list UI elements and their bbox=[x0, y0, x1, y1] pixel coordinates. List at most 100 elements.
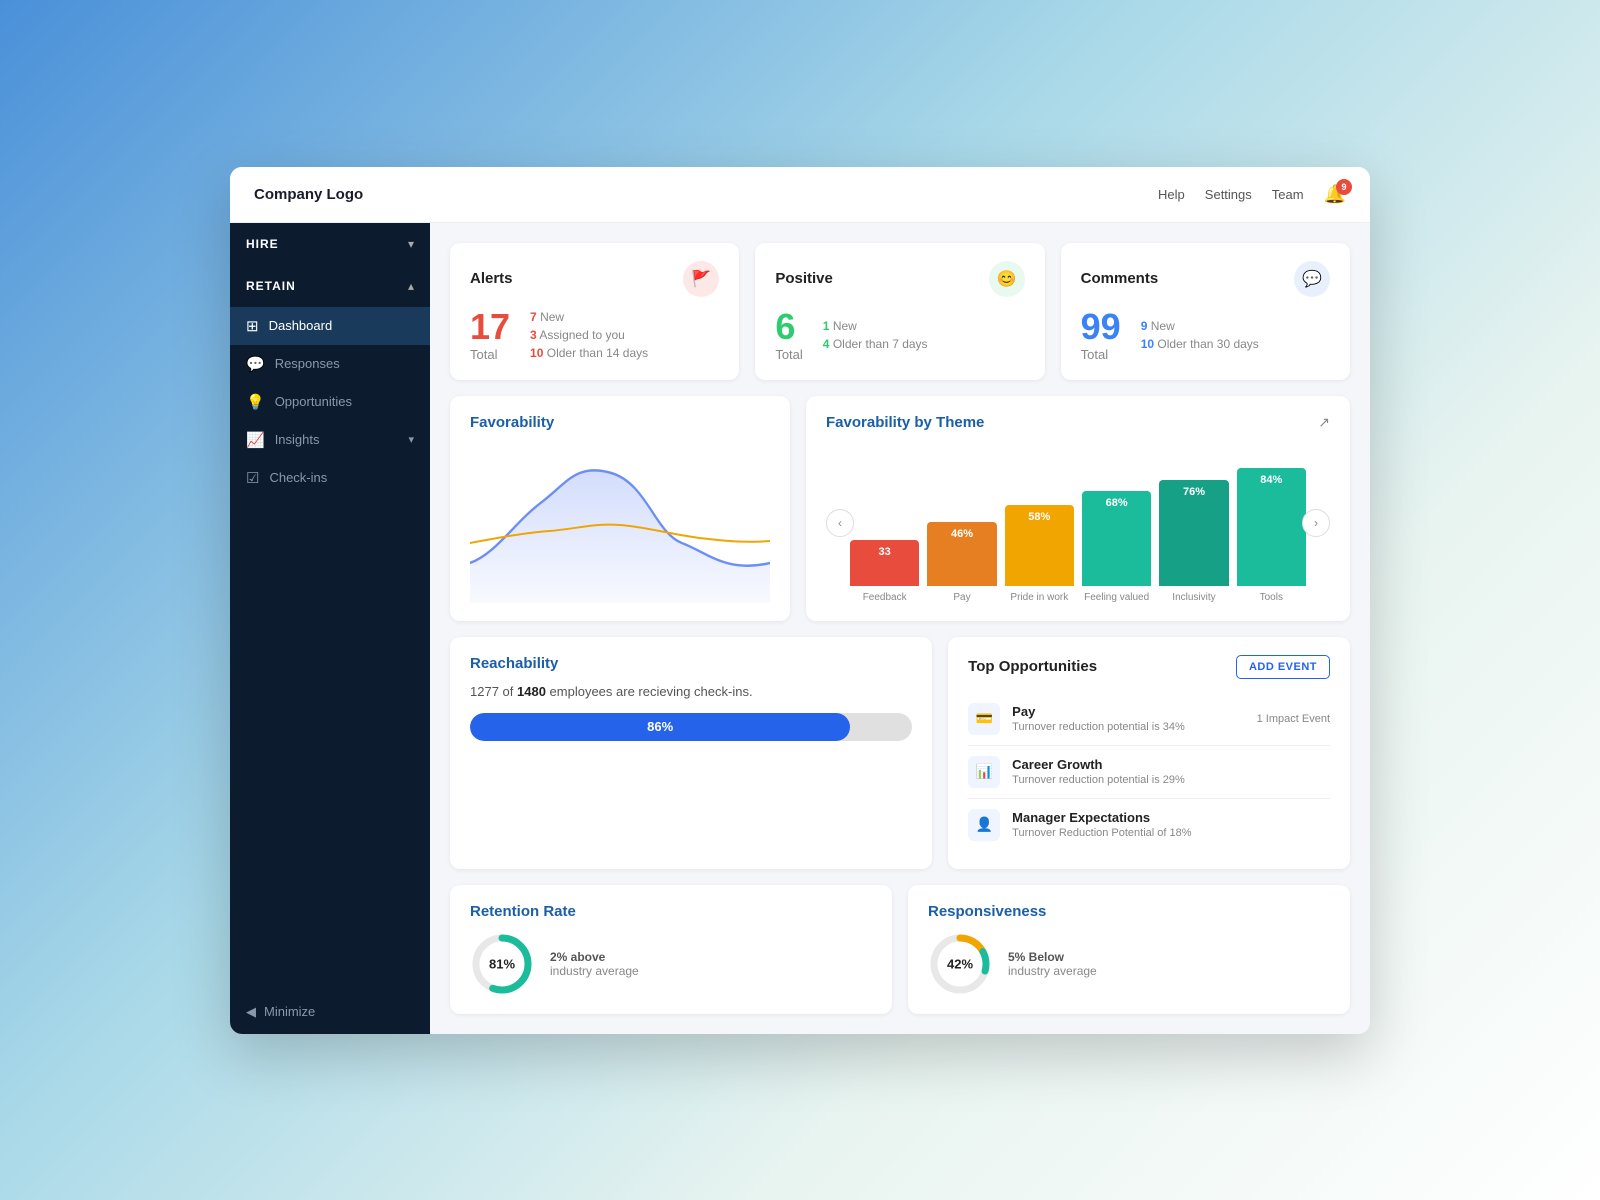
add-event-button[interactable]: ADD EVENT bbox=[1236, 655, 1330, 679]
retain-label: RETAIN bbox=[246, 279, 296, 293]
team-link[interactable]: Team bbox=[1272, 187, 1304, 202]
main-content: Alerts 🚩 17 Total 7 New 3 Assigned to yo… bbox=[430, 223, 1370, 1034]
alerts-icon-circle: 🚩 bbox=[683, 261, 719, 297]
charts-row: Favorability bbox=[450, 396, 1350, 621]
bars-wrapper: ‹ 33 Feedback 46% Pay 58% Pride in work … bbox=[826, 443, 1330, 603]
help-link[interactable]: Help bbox=[1158, 187, 1185, 202]
bar-category-label: Inclusivity bbox=[1172, 592, 1215, 603]
comments-stat2: 10 Older than 30 days bbox=[1141, 337, 1259, 351]
opportunity-item: 💳 Pay Turnover reduction potential is 34… bbox=[968, 693, 1330, 746]
minimize-button[interactable]: ◀ Minimize bbox=[230, 990, 430, 1034]
comments-total-num: 99 bbox=[1081, 309, 1121, 345]
retention-donut: 81% bbox=[470, 932, 534, 996]
opp-icon: 📊 bbox=[968, 756, 1000, 788]
bar: 84% bbox=[1237, 468, 1306, 586]
sidebar-item-opportunities[interactable]: 💡 Opportunities bbox=[230, 383, 430, 421]
bar: 58% bbox=[1005, 505, 1074, 586]
alerts-total-num: 17 bbox=[470, 309, 510, 345]
retention-title: Retention Rate bbox=[470, 903, 872, 920]
opportunities-list: 💳 Pay Turnover reduction potential is 34… bbox=[968, 693, 1330, 851]
progress-bar-fill: 86% bbox=[470, 713, 850, 741]
responsiveness-info: 5% Below industry average bbox=[1008, 950, 1097, 978]
alerts-total-group: 17 Total bbox=[470, 309, 510, 362]
alerts-stat3: 10 Older than 14 days bbox=[530, 346, 648, 360]
sidebar-item-responses[interactable]: 💬 Responses bbox=[230, 345, 430, 383]
reachability-desc: 1277 of 1480 employees are recieving che… bbox=[470, 684, 912, 699]
minimize-label: Minimize bbox=[264, 1004, 315, 1019]
notification-badge: 9 bbox=[1336, 179, 1352, 195]
comments-card: Comments 💬 99 Total 9 New 10 Older than … bbox=[1061, 243, 1350, 380]
dashboard-icon: ⊞ bbox=[246, 317, 259, 335]
positive-stats: 1 New 4 Older than 7 days bbox=[823, 319, 928, 351]
comments-stat2-num: 10 bbox=[1141, 337, 1154, 351]
bars-nav-right[interactable]: › bbox=[1302, 509, 1330, 537]
positive-title: Positive bbox=[775, 270, 833, 287]
sidebar-section-hire[interactable]: HIRE ▾ bbox=[230, 223, 430, 265]
sidebar-item-dashboard[interactable]: ⊞ Dashboard bbox=[230, 307, 430, 345]
bar-value-label: 33 bbox=[879, 546, 891, 558]
reachability-card: Reachability 1277 of 1480 employees are … bbox=[450, 637, 932, 869]
bars-nav-left[interactable]: ‹ bbox=[826, 509, 854, 537]
reach-bold: 1480 bbox=[517, 684, 546, 699]
alerts-card-header: Alerts 🚩 bbox=[470, 261, 719, 297]
bar-category-label: Feeling valued bbox=[1084, 592, 1149, 603]
alerts-card: Alerts 🚩 17 Total 7 New 3 Assigned to yo… bbox=[450, 243, 739, 380]
responsiveness-pct: 42% bbox=[947, 956, 973, 971]
positive-card: Positive 😊 6 Total 1 New 4 Older than 7 … bbox=[755, 243, 1044, 380]
row3: Reachability 1277 of 1480 employees are … bbox=[450, 637, 1350, 869]
alerts-stat1-num: 7 bbox=[530, 310, 537, 324]
opp-name: Career Growth bbox=[1012, 757, 1330, 772]
opp-sub: Turnover Reduction Potential of 18% bbox=[1012, 827, 1330, 839]
bar: 76% bbox=[1159, 480, 1228, 586]
retention-card: Retention Rate 81% 2% above industry ave… bbox=[450, 885, 892, 1014]
bar-value-label: 68% bbox=[1106, 497, 1128, 509]
app-window: Company Logo Help Settings Team 🔔 9 HIRE… bbox=[230, 167, 1370, 1034]
sidebar-section-retain[interactable]: RETAIN ▴ bbox=[230, 265, 430, 307]
comments-stat1: 9 New bbox=[1141, 319, 1259, 333]
opportunity-item: 👤 Manager Expectations Turnover Reductio… bbox=[968, 799, 1330, 851]
top-nav: Company Logo Help Settings Team 🔔 9 bbox=[230, 167, 1370, 223]
bar-group: 46% Pay bbox=[927, 522, 996, 603]
progress-bar-bg: 86% bbox=[470, 713, 912, 741]
bar-value-label: 84% bbox=[1260, 474, 1282, 486]
retention-avg: industry average bbox=[550, 964, 639, 978]
comments-card-header: Comments 💬 bbox=[1081, 261, 1330, 297]
sidebar-item-checkins[interactable]: ☑ Check-ins bbox=[230, 459, 430, 497]
positive-total-num: 6 bbox=[775, 309, 802, 345]
opp-name: Manager Expectations bbox=[1012, 810, 1330, 825]
opp-sub: Turnover reduction potential is 29% bbox=[1012, 774, 1330, 786]
responses-icon: 💬 bbox=[246, 355, 265, 373]
positive-stat1-num: 1 bbox=[823, 319, 830, 333]
bars-container: 33 Feedback 46% Pay 58% Pride in work 68… bbox=[826, 443, 1330, 603]
comment-icon: 💬 bbox=[1302, 269, 1322, 289]
positive-total-group: 6 Total bbox=[775, 309, 802, 362]
progress-label: 86% bbox=[647, 719, 673, 734]
sidebar-item-insights[interactable]: 📈 Insights ▾ bbox=[230, 421, 430, 459]
responsiveness-title: Responsiveness bbox=[928, 903, 1330, 920]
positive-stat2-num: 4 bbox=[823, 337, 830, 351]
comments-total-label: Total bbox=[1081, 347, 1121, 362]
retention-info: 2% above industry average bbox=[550, 950, 639, 978]
by-theme-card: Favorability by Theme ↗ ‹ 33 Feedback 46… bbox=[806, 396, 1350, 621]
responsiveness-avg: industry average bbox=[1008, 964, 1097, 978]
settings-link[interactable]: Settings bbox=[1205, 187, 1252, 202]
insights-arrow-icon: ▾ bbox=[408, 433, 414, 446]
responsiveness-donut: 42% bbox=[928, 932, 992, 996]
external-link-icon[interactable]: ↗ bbox=[1318, 414, 1330, 431]
minimize-arrow-icon: ◀ bbox=[246, 1004, 256, 1020]
top-opp-header: Top Opportunities ADD EVENT bbox=[968, 655, 1330, 679]
opp-icon: 👤 bbox=[968, 809, 1000, 841]
bar: 68% bbox=[1082, 491, 1151, 586]
favorability-chart bbox=[470, 443, 770, 603]
notifications-bell[interactable]: 🔔 9 bbox=[1324, 184, 1346, 205]
comments-card-body: 99 Total 9 New 10 Older than 30 days bbox=[1081, 309, 1330, 362]
opp-sub: Turnover reduction potential is 34% bbox=[1012, 721, 1256, 733]
alerts-stats: 7 New 3 Assigned to you 10 Older than 14… bbox=[530, 310, 648, 360]
favorability-card: Favorability bbox=[450, 396, 790, 621]
smile-icon: 😊 bbox=[997, 269, 1017, 289]
comments-total-group: 99 Total bbox=[1081, 309, 1121, 362]
bar-group: 68% Feeling valued bbox=[1082, 491, 1151, 603]
main-layout: HIRE ▾ RETAIN ▴ ⊞ Dashboard 💬 Responses … bbox=[230, 223, 1370, 1034]
retention-pct: 81% bbox=[489, 956, 515, 971]
positive-stat1: 1 New bbox=[823, 319, 928, 333]
